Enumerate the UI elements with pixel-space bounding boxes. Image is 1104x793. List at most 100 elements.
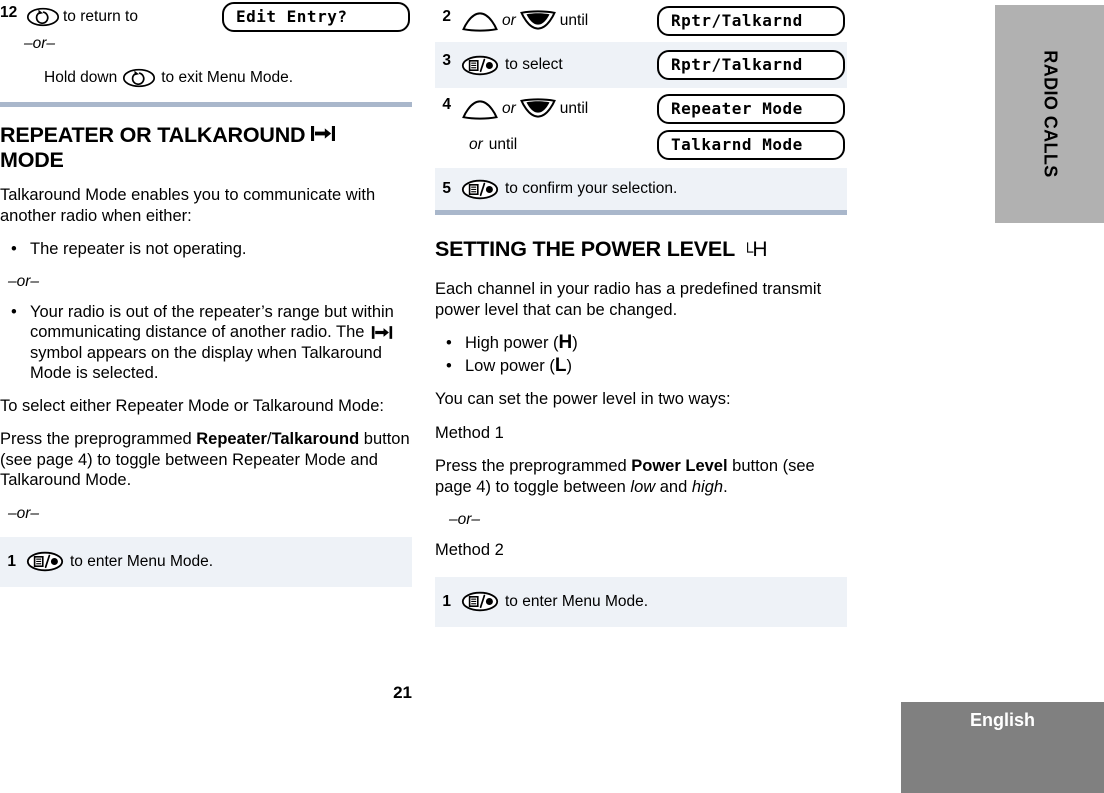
table-row: 4 or until Repeater Mode — [435, 88, 847, 124]
method-2-label: Method 2 — [435, 541, 504, 559]
chapter-tab[interactable]: RADIO CALLS — [995, 5, 1104, 223]
step-number: 2 — [442, 8, 451, 25]
step-number: 4 — [442, 96, 451, 113]
step-number: 1 — [442, 592, 451, 610]
lcd-display-cell: Edit Entry? — [222, 2, 412, 32]
table-row-continuation: or until Talkarnd Mode — [435, 124, 847, 168]
step-number: 1 — [7, 552, 16, 570]
hold-down-text-after: to exit Menu Mode. — [161, 69, 294, 86]
bullet-icon: • — [11, 302, 17, 321]
talkaround-symbol-icon — [310, 125, 336, 142]
list-item: • The repeater is not operating. — [0, 239, 412, 260]
intro-paragraph: Talkaround Mode enables you to communica… — [0, 186, 376, 225]
high-italic: high — [691, 477, 724, 496]
method-1-paragraph: Press the preprogrammed Power Level butt… — [435, 456, 847, 497]
bullet-icon: • — [446, 334, 452, 352]
language-tab[interactable]: English — [901, 702, 1104, 793]
lcd-display: Rptr/Talkarnd — [657, 50, 845, 80]
step-text: until — [559, 12, 589, 29]
lcd-display-cell: Talkarnd Mode — [657, 130, 847, 160]
lcd-display: Repeater Mode — [657, 94, 845, 124]
two-ways-paragraph: You can set the power level in two ways: — [435, 390, 731, 408]
step-row: 1 to enter Menu Mode. — [435, 576, 847, 627]
up-arrow-button-icon[interactable] — [461, 10, 499, 32]
list-item-label: The repeater is not operating. — [30, 240, 247, 258]
step-number: 3 — [442, 52, 451, 69]
power-level-bold-label: Power Level — [631, 457, 728, 475]
list-item-label: High power (H) — [465, 332, 847, 354]
low-italic: low — [630, 477, 656, 496]
lcd-display: Talkarnd Mode — [657, 130, 845, 160]
step-body: to confirm your selection. — [461, 178, 847, 200]
or-separator: –or– — [24, 35, 56, 52]
menu-select-button-icon[interactable] — [26, 551, 64, 572]
or-separator: –or– — [8, 504, 40, 522]
step-text: until — [559, 100, 589, 117]
up-arrow-button-icon[interactable] — [461, 98, 499, 120]
table-row: 3 to select Rptr/Talkarnd — [435, 42, 847, 88]
method-1-label: Method 1 — [435, 423, 504, 442]
bullet-icon: • — [11, 240, 17, 258]
step-body: to select Rptr/Talkarnd — [461, 50, 847, 80]
lcd-display-cell: Rptr/Talkarnd — [657, 6, 847, 36]
language-tab-label: English — [969, 710, 1035, 730]
hold-down-instruction: Hold down to exit Menu Mode. — [0, 64, 412, 92]
list-item-text-tail: symbol appears on the display when Talka… — [30, 343, 382, 383]
sub-step-or: or — [469, 136, 483, 153]
page-number: 21 — [393, 683, 412, 702]
page-title: REPEATER OR TALKAROUND MODE — [0, 123, 412, 173]
step-number: 5 — [442, 180, 451, 197]
step-number: 12 — [0, 4, 18, 21]
menu-return-button-icon[interactable] — [122, 68, 156, 88]
low-power-tail: ) — [566, 356, 572, 375]
section-divider-rule — [435, 210, 847, 215]
bullet-icon: • — [446, 356, 452, 375]
step-row: 1 to enter Menu Mode. — [0, 536, 412, 587]
table-row: 2 or until Rptr/Talkarnd — [435, 0, 847, 42]
menu-select-button-icon[interactable] — [461, 55, 499, 76]
method1-text-4: . — [723, 477, 728, 496]
table-row: 5 to confirm your selection. — [435, 168, 847, 210]
low-power-glyph-icon: L — [554, 354, 567, 376]
lcd-display-cell: Rptr/Talkarnd — [657, 50, 847, 80]
lcd-display: Edit Entry? — [222, 2, 410, 32]
step-text: to confirm your selection. — [505, 180, 678, 197]
down-arrow-button-icon[interactable] — [519, 10, 557, 32]
down-arrow-button-icon[interactable] — [519, 98, 557, 120]
step-row: 12 to return to Edit Entry? — [0, 0, 412, 34]
section-title: SETTING THE POWER LEVEL └H — [435, 237, 847, 265]
sub-step-text: until — [488, 136, 518, 153]
menu-select-button-icon[interactable] — [461, 591, 499, 612]
list-item-label: Your radio is out of the repeater’s rang… — [30, 302, 412, 384]
step-body: to enter Menu Mode. — [26, 551, 412, 573]
press-text-1: Press the preprogrammed — [0, 430, 197, 448]
step-body: to enter Menu Mode. — [461, 591, 847, 613]
method1-text-1: Press the preprogrammed — [435, 457, 632, 475]
page-title-line1: REPEATER OR TALKAROUND — [0, 123, 306, 147]
talkaround-symbol-icon — [371, 325, 393, 340]
step-text: to enter Menu Mode. — [70, 552, 214, 570]
step-text: to select — [505, 56, 563, 73]
or-separator: –or– — [8, 272, 40, 290]
hold-down-text-before: Hold down — [44, 69, 118, 86]
menu-return-button-icon[interactable] — [26, 7, 60, 27]
high-power-glyph-icon: H — [558, 332, 573, 353]
step-text: to return to — [63, 8, 138, 25]
right-column: 2 or until Rptr/Talkarnd 3 to select Rpt… — [435, 0, 847, 627]
press-button-paragraph: Press the preprogrammed Repeater/Talkaro… — [0, 429, 412, 491]
lcd-display-cell: Repeater Mode — [657, 94, 847, 124]
high-power-label: High power ( — [465, 334, 559, 352]
or-separator: –or– — [449, 511, 481, 528]
menu-select-button-icon[interactable] — [461, 179, 499, 200]
step-body: or until Rptr/Talkarnd — [461, 6, 847, 36]
list-item-label: Low power (L) — [465, 354, 847, 377]
manual-page: 12 to return to Edit Entry? –or– Hold do… — [0, 0, 1104, 793]
repeater-bold-label: Repeater — [196, 430, 267, 448]
page-title-line2: MODE — [0, 148, 64, 172]
list-item-text-head: Your radio is out of the repeater’s rang… — [30, 302, 394, 342]
list-item: • Low power (L) — [435, 354, 847, 377]
section-divider-rule — [0, 102, 412, 107]
method1-text-3: and — [655, 477, 692, 496]
left-column: 12 to return to Edit Entry? –or– Hold do… — [0, 0, 412, 702]
section-title-text: SETTING THE POWER LEVEL — [435, 237, 736, 261]
